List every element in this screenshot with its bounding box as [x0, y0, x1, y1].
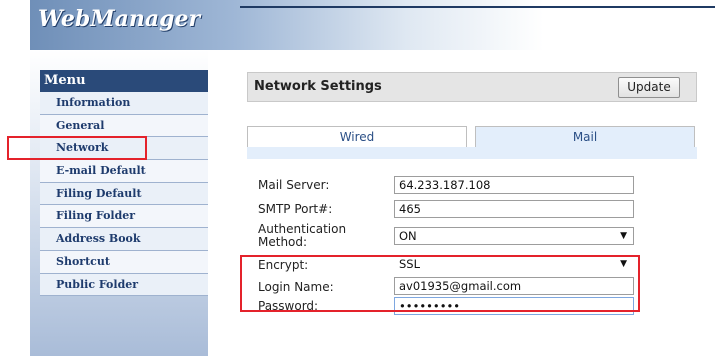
password-input[interactable]: •••••••••	[394, 297, 634, 315]
auth-method-value: ON	[399, 229, 417, 243]
page-title: Network Settings	[254, 79, 382, 94]
sidebar-item-information[interactable]: Information	[40, 92, 208, 115]
tab-wired[interactable]: Wired	[247, 126, 467, 148]
panel-header: Network Settings Update	[247, 72, 697, 102]
update-button[interactable]: Update	[618, 77, 680, 98]
smtp-port-input[interactable]: 465	[394, 200, 634, 218]
sidebar-item-filing-default[interactable]: Filing Default	[40, 182, 208, 206]
tab-mail[interactable]: Mail	[475, 126, 695, 148]
mail-server-label: Mail Server:	[258, 178, 330, 192]
menu-header: Menu	[40, 70, 208, 92]
login-name-label: Login Name:	[258, 280, 334, 294]
sidebar-item-shortcut[interactable]: Shortcut	[40, 250, 208, 274]
sidebar-item-filing-folder[interactable]: Filing Folder	[40, 205, 208, 229]
sidebar-item-address-book[interactable]: Address Book	[40, 228, 208, 251]
smtp-port-label: SMTP Port#:	[258, 202, 333, 216]
tab-content-strip	[247, 147, 697, 159]
sidebar-item-general[interactable]: General	[40, 114, 208, 138]
dropdown-arrow-icon: ▼	[620, 231, 627, 241]
webmanager-logo: WebManager	[38, 6, 201, 32]
sidebar-item-email-default[interactable]: E-mail Default	[40, 160, 208, 183]
password-label: Password:	[258, 299, 319, 313]
auth-method-label-line2: Method:	[258, 235, 308, 249]
sidebar-item-public-folder[interactable]: Public Folder	[40, 273, 208, 297]
encrypt-label: Encrypt:	[258, 258, 309, 272]
dropdown-arrow-icon: ▼	[620, 259, 627, 269]
sidebar-item-network[interactable]: Network	[40, 137, 208, 161]
encrypt-value: SSL	[399, 257, 421, 271]
encrypt-select[interactable]: SSL ▼	[394, 255, 634, 273]
mail-server-input[interactable]: 64.233.187.108	[394, 176, 634, 194]
menu-list: Information General Network E-mail Defau…	[40, 92, 208, 297]
auth-method-label: Authentication Method:	[258, 223, 346, 249]
auth-method-select[interactable]: ON ▼	[394, 227, 634, 245]
login-name-input[interactable]: av01935@gmail.com	[394, 277, 634, 295]
